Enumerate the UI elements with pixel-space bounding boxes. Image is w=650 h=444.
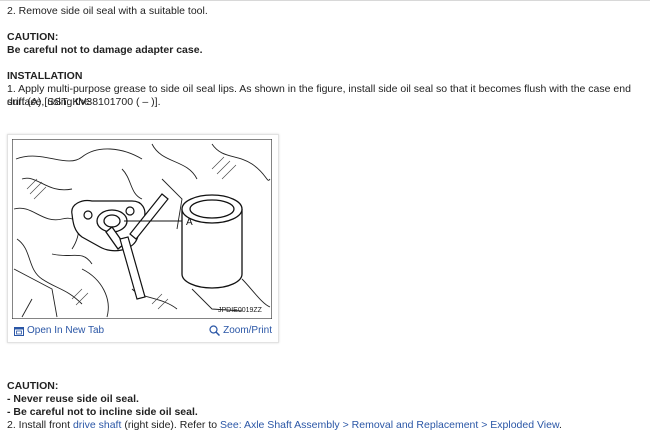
exploded-view-link[interactable]: See: Axle Shaft Assembly > Removal and R… xyxy=(220,419,559,431)
install-step1-line2: drift (A) [SST: KV38101700 ( – )]. xyxy=(7,96,161,108)
zoom-print-label: Zoom/Print xyxy=(223,325,272,336)
installation-heading: INSTALLATION xyxy=(7,70,83,82)
figure-code: JPDIE0019ZZ xyxy=(218,307,263,314)
callout-a-label: A xyxy=(186,217,193,228)
new-tab-icon xyxy=(14,326,24,336)
step2-prefix: 2. Install front xyxy=(7,419,73,431)
step2-middle: (right side). Refer to xyxy=(121,419,221,431)
drive-shaft-link[interactable]: drive shaft xyxy=(73,419,121,431)
top-divider xyxy=(0,0,650,1)
caution2-item-1: - Never reuse side oil seal. xyxy=(7,393,139,405)
zoom-print-link[interactable]: Zoom/Print xyxy=(209,325,272,336)
caution-text: Be careful not to damage adapter case. xyxy=(7,44,203,56)
open-in-new-tab-label: Open In New Tab xyxy=(27,325,105,336)
caution-heading: CAUTION: xyxy=(7,31,59,43)
figure-card: A JPDIE0019ZZ Open In New Tab Zoom/Print xyxy=(7,134,279,343)
step-remove: 2. Remove side oil seal with a suitable … xyxy=(7,5,208,17)
oil-seal-illustration[interactable]: A JPDIE0019ZZ xyxy=(12,139,272,319)
caution2-heading: CAUTION: xyxy=(7,380,59,392)
caution2-item-2: - Be careful not to incline side oil sea… xyxy=(7,406,198,418)
step2-suffix: . xyxy=(558,419,562,431)
install-step2: 2. Install front drive shaft (right side… xyxy=(7,419,647,432)
magnifier-icon xyxy=(209,325,221,336)
open-in-new-tab-link[interactable]: Open In New Tab xyxy=(14,325,104,336)
figure-link-bar: Open In New Tab Zoom/Print xyxy=(8,323,278,339)
